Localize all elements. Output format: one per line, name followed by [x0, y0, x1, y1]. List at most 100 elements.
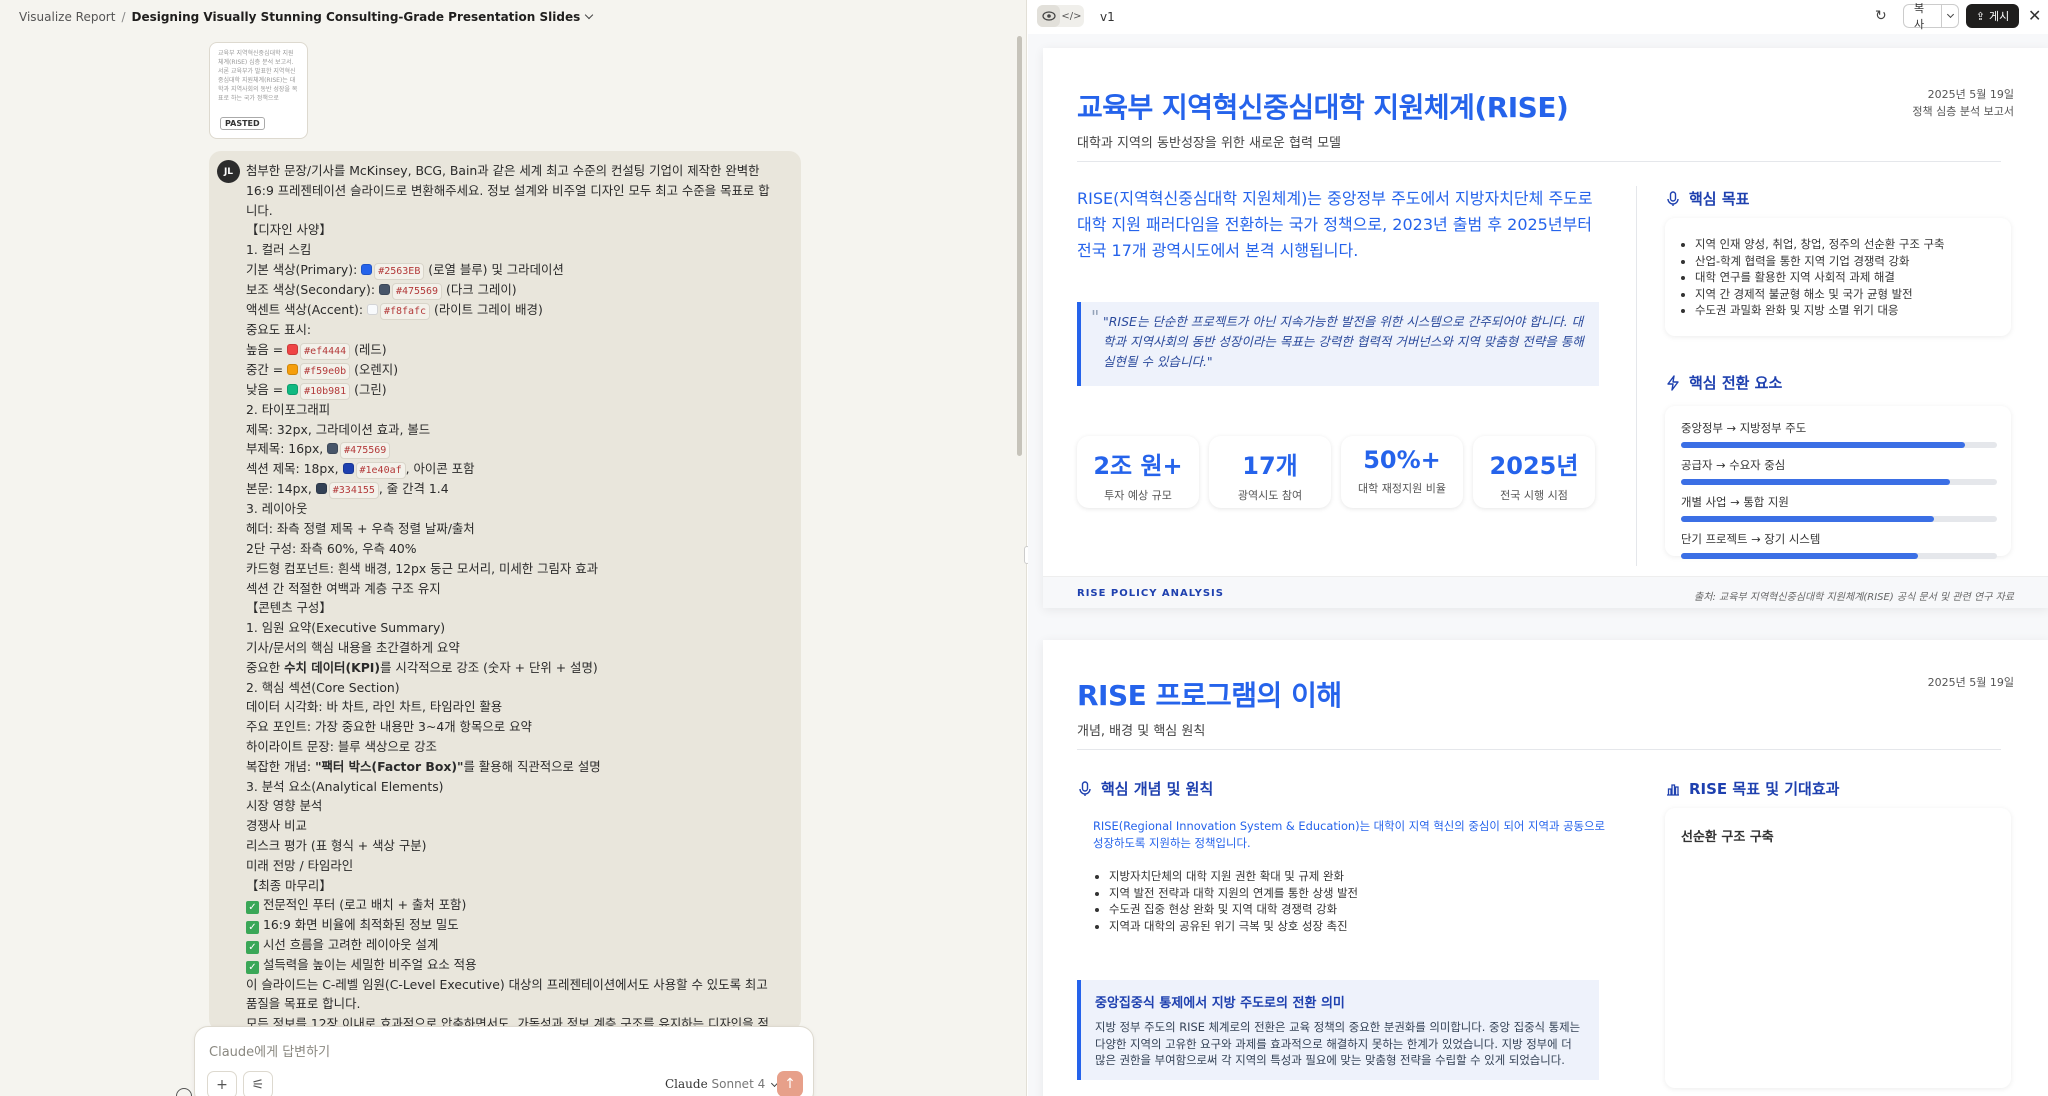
- shift-card: 중앙정부 → 지방정부 주도 공급자 → 수요자 중심 개별 사업 → 통합 지…: [1665, 406, 2011, 559]
- shift-label: 중앙정부 → 지방정부 주도: [1681, 421, 1807, 435]
- kpi-card: 17개광역시도 참여: [1209, 436, 1331, 508]
- goals-effect-card: 선순환 구조 구축: [1665, 808, 2011, 1088]
- message-line: 액센트 색상(Accent): #f8fafc (라이트 그레이 배경): [246, 300, 786, 320]
- view-toggle[interactable]: </>: [1037, 5, 1084, 27]
- concept-list: 지방자치단체의 대학 지원 권한 확대 및 규제 완화 지역 발전 전략과 대학…: [1077, 868, 1609, 934]
- list-item: 지역 인재 양성, 취업, 창업, 정주의 선순환 구조 구축: [1695, 236, 1997, 253]
- chat-scrollbar[interactable]: [1017, 36, 1022, 456]
- message-line: 제목: 32px, 그라데이션 효과, 볼드: [246, 421, 431, 437]
- section-title: RISE 목표 및 기대효과: [1689, 780, 1840, 798]
- slide-subtitle: 대학과 지역의 동반성장을 위한 새로운 협력 모델: [1077, 136, 1341, 151]
- publish-button[interactable]: ⇪ 게시: [1966, 4, 2019, 28]
- inline-code: #ef4444: [300, 342, 351, 360]
- reply-composer[interactable]: Claude에게 답변하기 + ⚟ Claude Sonnet 4 ↑: [194, 1026, 814, 1096]
- shift-row: 개별 사업 → 통합 지원: [1681, 494, 1997, 522]
- list-item: 대학 연구를 활용한 지역 사회적 과제 해결: [1695, 269, 1997, 286]
- color-swatch: [342, 463, 354, 475]
- section-spec-desc: , 아이콘 포함: [405, 461, 475, 477]
- inline-code: #f59e0b: [300, 362, 351, 380]
- share-icon: ⇪: [1975, 9, 1985, 23]
- plus-icon: +: [216, 1077, 228, 1093]
- message-line: 니다.: [246, 202, 273, 218]
- chevron-down-icon[interactable]: [1941, 5, 1958, 27]
- factor-box-text: 지방 정부 주도의 RISE 체계로의 전환은 교육 정책의 중요한 분권화를 …: [1095, 1020, 1581, 1067]
- check-icon: ✓: [246, 921, 259, 935]
- message-line: 【콘텐츠 구성】: [246, 600, 332, 616]
- goals-list: 지역 인재 양성, 취업, 창업, 정주의 선순환 구조 구축 산업-학계 협력…: [1679, 236, 1997, 319]
- inline-code: #2563EB: [374, 262, 425, 280]
- quote-text: "RISE는 단순한 프로젝트가 아닌 지속가능한 발전을 위한 시스템으로 간…: [1103, 314, 1584, 369]
- shift-label: 공급자 → 수요자 중심: [1681, 458, 1786, 472]
- inline-code: #1e40af: [355, 462, 406, 480]
- chevron-down-icon[interactable]: [584, 10, 594, 20]
- message-line: 2단 구성: 좌측 60%, 우측 40%: [246, 540, 417, 556]
- message-line: 미래 전망 / 타임라인: [246, 857, 354, 873]
- card-subtitle: 선순환 구조 구축: [1681, 830, 1774, 845]
- code-icon[interactable]: </>: [1060, 5, 1083, 27]
- secondary-desc: (다크 그레이): [442, 281, 517, 297]
- breadcrumb-parent[interactable]: Visualize Report: [19, 10, 115, 24]
- tools-button[interactable]: ⚟: [243, 1071, 273, 1096]
- message-line: 2. 핵심 섹션(Core Section): [246, 679, 400, 695]
- artifact-panel: </> v1 ↻ 복사 ⇪ 게시 ✕ 교육부 지역혁신중심대학 지원체계(RISE…: [1028, 0, 2048, 1096]
- list-item: 지방자치단체의 대학 지원 권한 확대 및 규제 완화: [1109, 868, 1609, 885]
- shift-row: 중앙정부 → 지방정부 주도: [1681, 420, 1997, 448]
- list-item: 지역 발전 전략과 대학 지원의 연계를 통한 상생 발전: [1109, 885, 1609, 902]
- eye-icon[interactable]: [1037, 5, 1060, 27]
- message-line: 중요한 수치 데이터(KPI)를 시각적으로 강조 (숫자 + 단위 + 설명): [246, 658, 786, 678]
- message-line: 【디자인 사양】: [246, 222, 332, 238]
- message-line: 카드형 컴포넌트: 흰색 배경, 12px 둥근 모서리, 미세한 그림자 효과: [246, 560, 599, 576]
- shift-row: 단기 프로젝트 → 장기 시스템: [1681, 531, 1997, 559]
- accent-label: 액센트 색상(Accent):: [246, 301, 367, 317]
- body-spec-desc: , 줄 간격 1.4: [378, 481, 449, 497]
- kpi-card: 50%+ 대학 재정지원 비율: [1341, 436, 1463, 508]
- message-line: ✓ 설득력을 높이는 세밀한 비주얼 요소 적용: [246, 955, 786, 975]
- progress-fill: [1681, 479, 1950, 485]
- close-icon[interactable]: ✕: [2028, 6, 2041, 25]
- inline-code: #475569: [391, 282, 443, 300]
- message-line: 1. 컬러 스킴: [246, 242, 312, 258]
- section-heading: 핵심 개념 및 원칙: [1077, 778, 1213, 799]
- list-item: 지역 간 경제적 불균형 해소 및 국가 균형 발전: [1695, 286, 1997, 303]
- message-line: 기사/문서의 핵심 내용을 초간결하게 요약: [246, 639, 460, 655]
- message-line: 보조 색상(Secondary): #475569 (다크 그레이): [246, 280, 786, 300]
- factor-box: 중앙집중식 통제에서 지방 주도로의 전환 의미 지방 정부 주도의 RISE …: [1077, 980, 1599, 1080]
- slide-2: RISE 프로그램의 이해 개념, 배경 및 핵심 원칙 2025년 5월 19…: [1043, 640, 2048, 1096]
- section-title: 핵심 목표: [1689, 190, 1750, 208]
- color-swatch: [378, 283, 390, 295]
- checklist-item: 설득력을 높이는 세밀한 비주얼 요소 적용: [263, 956, 477, 972]
- lightning-icon: [1667, 374, 1679, 391]
- check-icon: ✓: [246, 901, 259, 915]
- kpi-label: 대학 재정지원 비율: [1358, 482, 1446, 495]
- slide-subtitle: 개념, 배경 및 핵심 원칙: [1077, 724, 1206, 739]
- list-item: 수도권 과밀화 완화 및 지방 소멸 위기 대응: [1695, 302, 1997, 319]
- divider: [1077, 749, 2001, 750]
- refresh-icon[interactable]: ↻: [1875, 8, 1887, 24]
- add-button[interactable]: +: [207, 1071, 237, 1096]
- version-label[interactable]: v1: [1100, 10, 1115, 24]
- attachment-preview: 교육부 지역혁신중심대학 지원체계(RISE) 심층 분석 보고서. 서론 교육…: [218, 50, 298, 102]
- color-swatch: [287, 343, 299, 355]
- kpi-value: 50%+: [1363, 446, 1441, 474]
- message-line: ✓ 시선 흐름을 고려한 레이아웃 설계: [246, 935, 786, 955]
- message-line: 첨부한 문장/기사를 McKinsey, BCG, Bain과 같은 세계 최고…: [246, 163, 760, 178]
- kpi-value: 17개: [1242, 452, 1298, 480]
- kpi-label: 광역시도 참여: [1237, 489, 1303, 502]
- list-item: 수도권 집중 현상 완화 및 지역 대학 경쟁력 강화: [1109, 901, 1609, 918]
- help-icon[interactable]: [176, 1088, 192, 1096]
- pasted-attachment[interactable]: 교육부 지역혁신중심대학 지원체계(RISE) 심층 분석 보고서. 서론 교육…: [209, 42, 308, 139]
- goals-card: 지역 인재 양성, 취업, 창업, 정주의 선순환 구조 구축 산업-학계 협력…: [1665, 218, 2011, 336]
- progress-fill: [1681, 442, 1966, 448]
- mid-desc: (오렌지): [350, 361, 399, 377]
- copy-button[interactable]: 복사: [1903, 2, 1959, 31]
- reply-input[interactable]: Claude에게 답변하기: [209, 1041, 330, 1060]
- send-button[interactable]: ↑: [777, 1071, 803, 1096]
- inline-code: #10b981: [300, 382, 351, 400]
- artifact-toolbar: </> v1 ↻ 복사 ⇪ 게시 ✕: [1028, 0, 2048, 34]
- copy-label: 복사: [1914, 2, 1925, 31]
- factor-bold: "팩터 박스(Factor Box)": [315, 758, 464, 774]
- breadcrumb-current[interactable]: Designing Visually Stunning Consulting-G…: [131, 10, 580, 24]
- model-selector[interactable]: Claude Sonnet 4: [665, 1077, 779, 1091]
- color-swatch: [327, 443, 339, 455]
- factor-text-end: 를 활용해 직관적으로 설명: [463, 758, 601, 774]
